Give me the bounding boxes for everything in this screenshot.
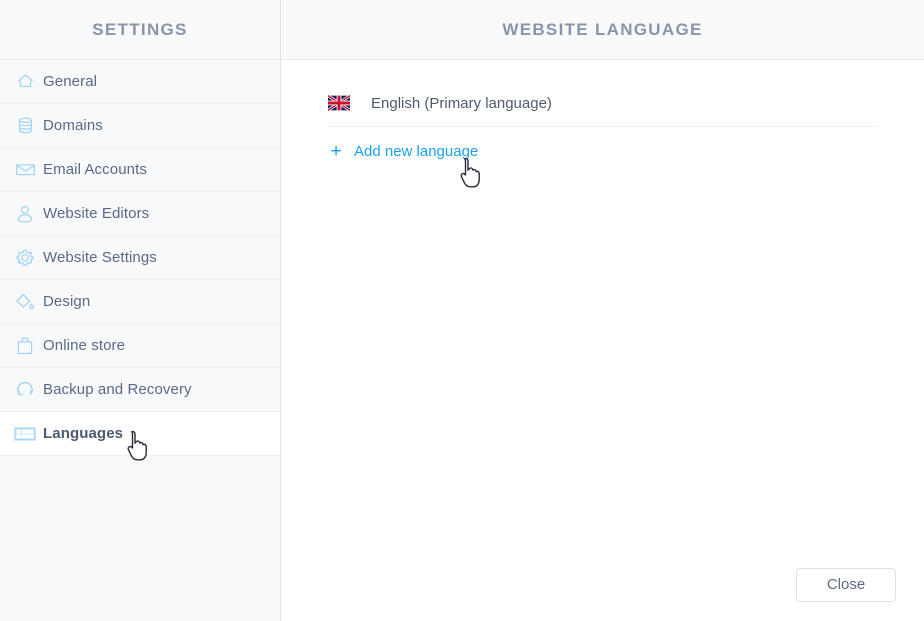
close-button[interactable]: Close: [796, 568, 896, 602]
sidebar-item-backup-and-recovery[interactable]: Backup and Recovery: [0, 368, 280, 412]
sidebar-menu: General Domains: [0, 60, 280, 456]
sidebar-empty-space: [0, 456, 280, 621]
sidebar-item-online-store[interactable]: Online store: [0, 324, 280, 368]
add-new-language-label: Add new language: [354, 143, 478, 160]
page-title: WEBSITE LANGUAGE: [502, 20, 702, 40]
sidebar-item-email-accounts[interactable]: Email Accounts: [0, 148, 280, 192]
database-icon: [13, 114, 37, 138]
sidebar-item-label: Domains: [43, 117, 103, 134]
language-name: English (Primary language): [371, 95, 552, 112]
sidebar-item-label: Email Accounts: [43, 161, 147, 178]
settings-sidebar: SETTINGS General: [0, 0, 281, 621]
user-icon: [13, 202, 37, 226]
shopping-bag-icon: [13, 334, 37, 358]
sidebar-item-label: Backup and Recovery: [43, 381, 192, 398]
main-header: WEBSITE LANGUAGE: [281, 0, 924, 60]
envelope-icon: [13, 158, 37, 182]
sidebar-item-design[interactable]: Design: [0, 280, 280, 324]
uk-flag-icon: [328, 95, 350, 111]
add-new-language-button[interactable]: + Add new language: [328, 127, 878, 175]
sidebar-header: SETTINGS: [0, 0, 280, 60]
sidebar-item-label: Online store: [43, 337, 125, 354]
language-row: English (Primary language): [328, 80, 878, 127]
sidebar-item-label: Website Settings: [43, 249, 157, 266]
sidebar-item-label: Design: [43, 293, 90, 310]
sidebar-item-label: Website Editors: [43, 205, 149, 222]
sidebar-item-general[interactable]: General: [0, 60, 280, 104]
sidebar-item-label: Languages: [43, 425, 123, 442]
sidebar-item-website-settings[interactable]: Website Settings: [0, 236, 280, 280]
restore-circle-icon: [13, 378, 37, 402]
sidebar-item-label: General: [43, 73, 97, 90]
sidebar-title: SETTINGS: [92, 20, 187, 40]
settings-dialog: SETTINGS General: [0, 0, 924, 621]
home-icon: [13, 70, 37, 94]
sidebar-item-domains[interactable]: Domains: [0, 104, 280, 148]
language-grid-icon: [13, 422, 37, 446]
dialog-footer: Close: [796, 568, 896, 602]
sidebar-item-languages[interactable]: Languages: [0, 412, 280, 456]
plus-icon: +: [328, 142, 344, 161]
sidebar-item-website-editors[interactable]: Website Editors: [0, 192, 280, 236]
main-panel: WEBSITE LANGUAGE English (Primary langua…: [281, 0, 924, 621]
gear-icon: [13, 246, 37, 270]
paint-bucket-icon: [13, 290, 37, 314]
main-content: English (Primary language) + Add new lan…: [281, 60, 924, 621]
